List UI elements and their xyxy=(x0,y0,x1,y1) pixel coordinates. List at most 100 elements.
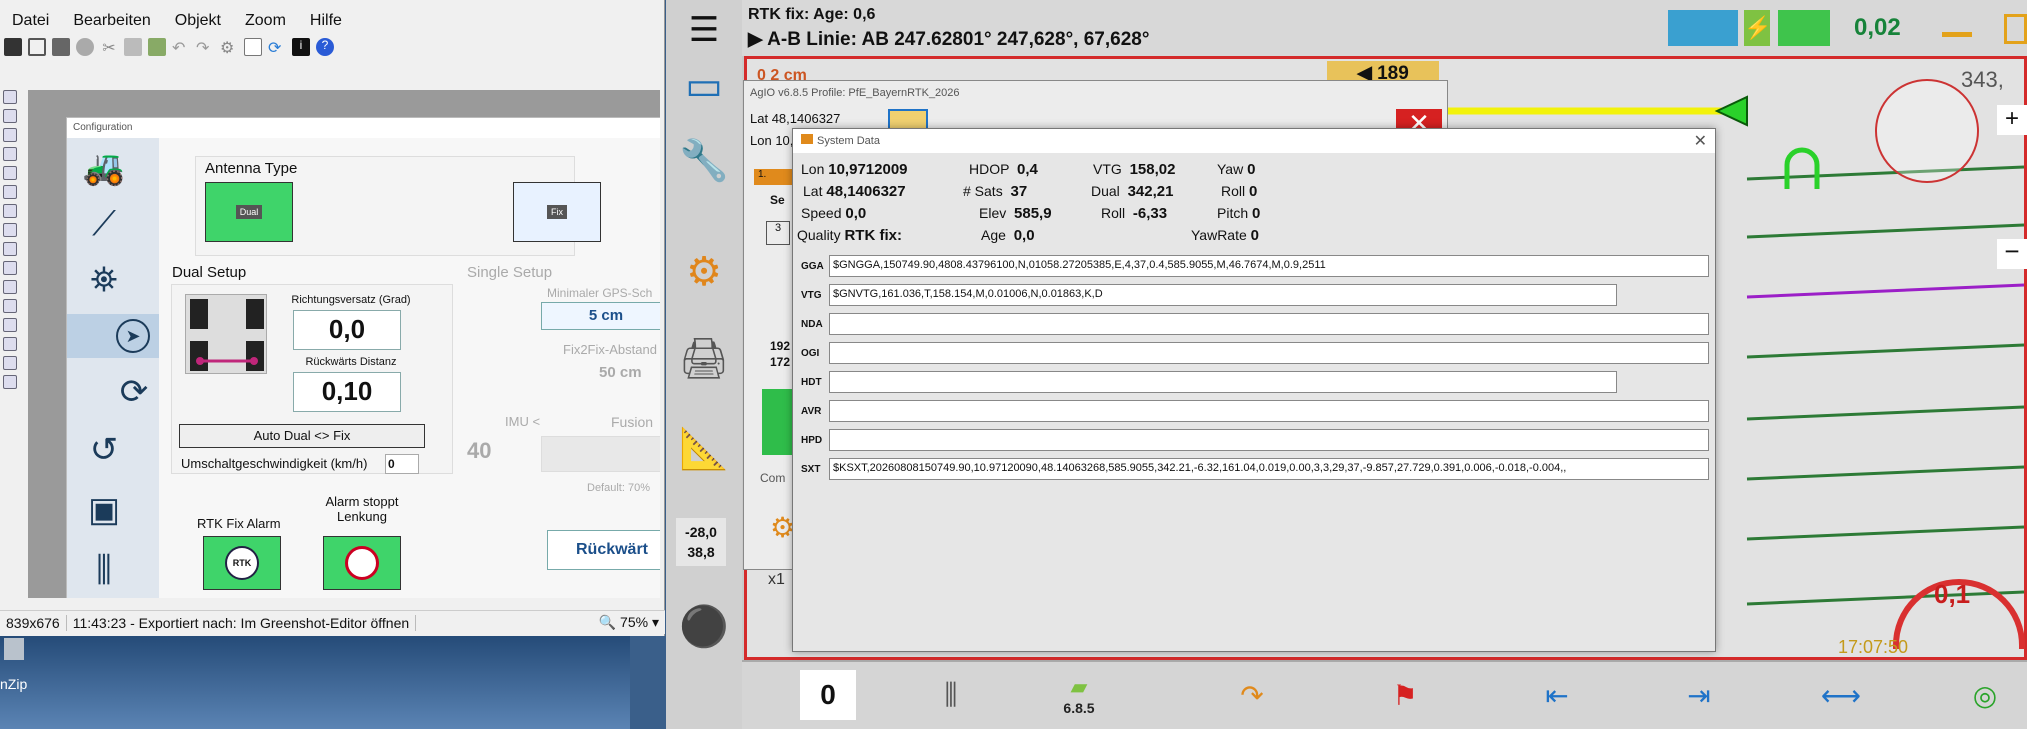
document-icon[interactable] xyxy=(244,38,262,56)
kv-sats-value: 37 xyxy=(1010,183,1028,200)
min-gps-input[interactable]: 5 cm xyxy=(541,302,660,330)
uturn-icon[interactable]: ↷ xyxy=(1222,670,1282,720)
sentence-avr-field[interactable] xyxy=(829,400,1709,422)
zoom-icon: 🔍 xyxy=(598,614,617,630)
display-icon[interactable]: ▭ xyxy=(676,58,732,114)
undo-icon[interactable]: ↶ xyxy=(172,38,190,57)
heading-offset-input[interactable]: 0,0 xyxy=(293,310,401,350)
dual-antenna-button[interactable]: Dual xyxy=(205,182,293,242)
menu-objekt[interactable]: Objekt xyxy=(163,8,233,34)
implement-icon[interactable]: ⟋ xyxy=(77,202,131,246)
crop-tool-icon[interactable] xyxy=(3,318,17,332)
desktop-icon-label[interactable]: nZip xyxy=(0,676,27,692)
agio-green-button[interactable] xyxy=(762,389,794,455)
sentence-nda-field[interactable] xyxy=(829,313,1709,335)
antenna-icon[interactable]: ⛯ xyxy=(77,258,131,302)
rotate-icon[interactable]: ⟳ xyxy=(107,370,161,414)
sections-icon[interactable]: ⫼ xyxy=(77,548,131,592)
snap-to-pivot-icon[interactable]: ⟷ xyxy=(1814,670,1868,720)
image-tool-icon[interactable] xyxy=(3,299,17,313)
shift-left-icon[interactable]: ⇤ xyxy=(1530,670,1584,720)
version-icon[interactable]: ▰ 6.8.5 xyxy=(1052,670,1106,720)
ab-line-label[interactable]: ▶ A-B Linie: AB 247.62801° 247,628°, 67,… xyxy=(748,28,1149,51)
rotate-tool-icon[interactable] xyxy=(3,337,17,351)
sentence-ogi-label: OGI xyxy=(801,347,820,359)
resize-tool-icon[interactable] xyxy=(3,356,17,370)
refresh-icon[interactable]: ⟳ xyxy=(268,38,286,57)
gps-signal-icon[interactable] xyxy=(1778,10,1830,46)
kv-speed-value: 0,0 xyxy=(845,205,867,222)
settings-icon[interactable]: ⚙ xyxy=(220,38,238,57)
speechbubble-tool-icon[interactable] xyxy=(3,223,17,237)
gps-navigation-icon[interactable]: ➤ xyxy=(67,314,159,358)
sentence-hdt-field[interactable] xyxy=(829,371,1617,393)
auto-dual-fix-button[interactable]: Auto Dual <> Fix xyxy=(179,424,425,448)
fusion-slider[interactable] xyxy=(541,436,660,472)
menu-bearbeiten[interactable]: Bearbeiten xyxy=(61,8,162,34)
power-icon[interactable]: ⚡ xyxy=(1744,10,1771,46)
editor-canvas[interactable]: Configuration 🚜 ⟋ ⛯ ➤ ⟳ ↺ ▣ ⫼ Antenna Ty… xyxy=(28,90,660,598)
switch-speed-input[interactable]: 0 xyxy=(385,454,419,474)
fix-antenna-button[interactable]: Fix xyxy=(513,182,601,242)
sentence-nda: NDA xyxy=(801,313,1709,335)
zoom-in-button[interactable]: + xyxy=(1997,105,2027,135)
copy-icon[interactable] xyxy=(124,38,142,56)
info-icon[interactable]: i xyxy=(292,38,310,56)
field-view-icon[interactable] xyxy=(1668,10,1738,46)
sections-icon[interactable]: ⫼ xyxy=(924,670,978,720)
arrow-tool-icon[interactable] xyxy=(3,166,17,180)
agio-icon[interactable]: 🖨 xyxy=(676,330,732,386)
archive-icon[interactable] xyxy=(4,638,24,660)
zoom-out-button[interactable]: − xyxy=(1997,238,2027,269)
freehand-tool-icon[interactable] xyxy=(3,185,17,199)
obfuscate-tool-icon[interactable] xyxy=(3,280,17,294)
shift-right-icon[interactable]: ⇥ xyxy=(1672,670,1726,720)
network-icon[interactable]: ⚫ xyxy=(676,598,732,654)
tools-icon[interactable]: 🔧 xyxy=(676,132,732,188)
maximize-icon[interactable] xyxy=(2004,14,2027,44)
measure-icon[interactable]: 📐 xyxy=(676,420,732,476)
sentence-hpd-field[interactable] xyxy=(829,429,1709,451)
menu-hilfe[interactable]: Hilfe xyxy=(298,8,354,34)
sentence-gga-field[interactable]: $GNGGA,150749.90,4808.43796100,N,01058.2… xyxy=(829,255,1709,277)
menu-zoom[interactable]: Zoom xyxy=(233,8,298,34)
reverse-distance-input[interactable]: 0,10 xyxy=(293,372,401,412)
redo-icon[interactable]: ↷ xyxy=(196,38,214,57)
rectangle-tool-icon[interactable] xyxy=(3,109,17,123)
counter-tool-icon[interactable] xyxy=(3,242,17,256)
highlight-tool-icon[interactable] xyxy=(3,261,17,275)
menu-datei[interactable]: Datei xyxy=(0,8,61,34)
minimize-icon[interactable] xyxy=(1942,32,1972,37)
module-icon[interactable]: ▣ xyxy=(77,488,131,532)
cut-icon[interactable]: ✂ xyxy=(100,38,118,57)
flag-icon[interactable]: ⚑ xyxy=(1380,670,1430,720)
hamburger-menu-icon[interactable]: ☰ xyxy=(676,2,732,58)
print-icon[interactable] xyxy=(52,38,70,56)
sentence-ogi-field[interactable] xyxy=(829,342,1709,364)
single-setup-label: Single Setup xyxy=(467,264,553,281)
clipboard-icon[interactable] xyxy=(28,38,46,56)
line-tool-icon[interactable] xyxy=(3,147,17,161)
pointer-tool-icon[interactable] xyxy=(3,90,17,104)
dropdown-selector[interactable]: 0 xyxy=(800,670,856,720)
sentence-vtg-field[interactable]: $GNVTG,161.036,T,158.154,M,0.01006,N,0.0… xyxy=(829,284,1617,306)
alarm-stops-steering-button[interactable] xyxy=(323,536,401,590)
sentence-sxt-field[interactable]: $KSXT,20260808150749.90,10.97120090,48.1… xyxy=(829,458,1709,480)
reverse-button[interactable]: Rückwärt xyxy=(547,530,660,570)
autosteer-icon[interactable]: ◎ xyxy=(1958,670,2012,720)
text-tool-icon[interactable] xyxy=(3,204,17,218)
settings-gears-icon[interactable]: ⚙ xyxy=(676,244,732,300)
kv-hdop-value: 0,4 xyxy=(1016,161,1038,178)
zoom-control[interactable]: 🔍 75% ▾ xyxy=(589,614,665,631)
rtk-alarm-button[interactable]: RTK xyxy=(203,536,281,590)
save-icon[interactable] xyxy=(4,38,22,56)
kv-sats-label: # Sats xyxy=(963,183,1003,199)
stop-icon[interactable] xyxy=(76,38,94,56)
uturn-icon[interactable]: ↺ xyxy=(77,428,131,472)
ellipse-tool-icon[interactable] xyxy=(3,128,17,142)
grid-tool-icon[interactable] xyxy=(3,375,17,389)
system-data-close-icon[interactable]: ✕ xyxy=(1694,131,1707,151)
paste-icon[interactable] xyxy=(148,38,166,56)
tractor-icon[interactable]: 🚜 xyxy=(77,146,131,190)
help-icon[interactable]: ? xyxy=(316,38,334,56)
